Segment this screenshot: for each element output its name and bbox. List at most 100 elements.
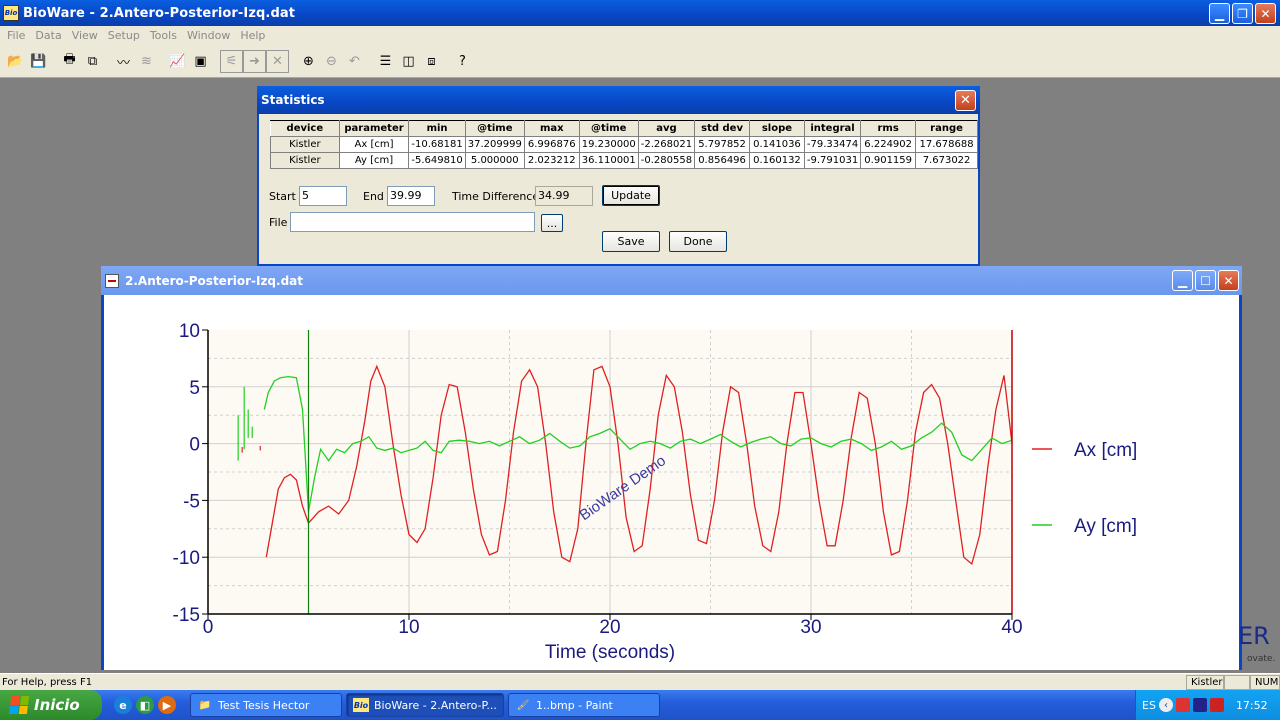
- end-label: End: [363, 190, 384, 203]
- update-button[interactable]: Update: [602, 185, 660, 206]
- wave-tool-icon[interactable]: 〰: [112, 50, 135, 73]
- folder-icon: 📁: [198, 699, 212, 711]
- menu-file[interactable]: File: [2, 29, 30, 42]
- plot-minimize-button[interactable]: ▁: [1172, 270, 1193, 291]
- col-slope[interactable]: slope: [749, 120, 805, 137]
- tile-vertical-icon[interactable]: ◫: [397, 50, 420, 73]
- tile-horizontal-icon[interactable]: ☰: [374, 50, 397, 73]
- print-icon[interactable]: 🖶: [58, 50, 81, 73]
- menu-bar: File Data View Setup Tools Window Help: [0, 26, 1280, 45]
- partial-logo-text: ER: [1238, 622, 1270, 650]
- zoom-in-icon[interactable]: ⊕: [297, 50, 320, 73]
- x-axis-label: Time (seconds): [545, 642, 675, 663]
- y-tick-label: -5: [183, 491, 200, 512]
- col-std-dev[interactable]: std dev: [694, 120, 750, 137]
- menu-data[interactable]: Data: [30, 29, 66, 42]
- status-empty-pane: [1224, 674, 1250, 690]
- start-button[interactable]: Inicio: [0, 690, 102, 720]
- statistics-header-row: device parameter min @time max @time avg…: [270, 120, 978, 137]
- cell-avg: -2.268021: [637, 136, 696, 153]
- menu-window[interactable]: Window: [182, 29, 235, 42]
- media-player-icon[interactable]: ▶: [158, 696, 176, 714]
- y-tick-label: 10: [179, 321, 200, 342]
- zoom-out-icon[interactable]: ⊖: [320, 50, 343, 73]
- start-label: Start: [269, 190, 296, 203]
- chart-window-icon: [105, 273, 119, 288]
- arrow-right-icon[interactable]: ➜: [243, 49, 266, 73]
- desktop-icon[interactable]: ◧: [136, 696, 154, 714]
- menu-setup[interactable]: Setup: [103, 29, 145, 42]
- filter-icon[interactable]: ⚟: [220, 49, 243, 73]
- col-min[interactable]: min: [408, 120, 466, 137]
- col-min-time[interactable]: @time: [464, 120, 525, 137]
- col-max-time[interactable]: @time: [578, 120, 639, 137]
- taskbar-item-explorer[interactable]: 📁 Test Tesis Hector: [190, 693, 342, 717]
- col-range[interactable]: range: [915, 120, 978, 137]
- statistics-close-button[interactable]: ✕: [955, 90, 976, 111]
- menu-view[interactable]: View: [67, 29, 103, 42]
- paint-icon: 🖌: [516, 699, 530, 711]
- cancel-x-icon[interactable]: ✕: [266, 49, 289, 73]
- file-input[interactable]: [290, 212, 535, 232]
- table-row[interactable]: Kistler Ax [cm] -10.68181 37.209999 6.99…: [270, 136, 978, 153]
- save-button[interactable]: Save: [602, 231, 660, 252]
- quick-launch: e ◧ ▶: [114, 696, 186, 714]
- cell-max-time: 36.110001: [578, 152, 639, 169]
- internet-explorer-icon[interactable]: e: [114, 696, 132, 714]
- table-row[interactable]: Kistler Ay [cm] -5.649810 5.000000 2.023…: [270, 152, 978, 169]
- taskbar-item-bioware[interactable]: Bio BioWare - 2.Antero-P...: [346, 693, 504, 717]
- undo-zoom-icon[interactable]: ↶: [343, 50, 366, 73]
- end-input[interactable]: 39.99: [387, 186, 435, 206]
- y-tick-label: 0: [189, 435, 200, 456]
- plot-maximize-button[interactable]: ☐: [1195, 270, 1216, 291]
- cell-max: 6.996876: [523, 136, 580, 153]
- statistics-title-bar: Statistics ✕: [257, 86, 980, 114]
- cell-integral: -79.33474: [803, 136, 862, 153]
- help-icon[interactable]: ?: [451, 50, 474, 73]
- signal-chart[interactable]: 1050-5-10-150 10 20 30 40Time (seconds)BioWa…: [104, 295, 1236, 670]
- plot-window-title: 2.Antero-Posterior-Izq.dat: [125, 273, 304, 288]
- col-avg[interactable]: avg: [637, 120, 696, 137]
- app-title: BioWare - 2.Antero-Posterior-Izq.dat: [23, 5, 296, 21]
- minimize-button[interactable]: ▁: [1209, 3, 1230, 24]
- cascade-icon[interactable]: ⧈: [420, 50, 443, 73]
- col-parameter[interactable]: parameter: [338, 120, 410, 137]
- cell-device: Kistler: [270, 136, 340, 153]
- tray-chevron-icon[interactable]: ‹: [1158, 698, 1173, 712]
- restore-button[interactable]: ❐: [1232, 3, 1253, 24]
- start-input[interactable]: 5: [299, 186, 347, 206]
- cell-range: 17.678688: [915, 136, 978, 153]
- cell-std-dev: 0.856496: [694, 152, 750, 169]
- tray-antivirus-icon[interactable]: [1209, 698, 1224, 712]
- partial-tagline-text: ovate.: [1247, 654, 1276, 664]
- menu-help[interactable]: Help: [235, 29, 270, 42]
- cell-range: 7.673022: [915, 152, 978, 169]
- cell-parameter: Ay [cm]: [338, 152, 410, 169]
- tray-network-icon[interactable]: [1192, 698, 1207, 712]
- y-tick-label: -15: [173, 605, 200, 626]
- save-disk-icon[interactable]: 💾: [27, 50, 50, 73]
- cell-rms: 6.224902: [860, 136, 917, 153]
- cell-integral: -9.791031: [803, 152, 862, 169]
- col-max[interactable]: max: [523, 120, 580, 137]
- close-button[interactable]: ✕: [1255, 3, 1276, 24]
- menu-tools[interactable]: Tools: [145, 29, 182, 42]
- cell-std-dev: 5.797852: [694, 136, 750, 153]
- chart-image-icon[interactable]: ▣: [189, 50, 212, 73]
- col-device[interactable]: device: [270, 120, 340, 137]
- language-indicator[interactable]: ES: [1142, 699, 1156, 712]
- statistics-table: device parameter min @time max @time avg…: [270, 120, 978, 169]
- wave-tool-2-icon[interactable]: ≋: [135, 50, 158, 73]
- tray-security-icon[interactable]: [1175, 698, 1190, 712]
- open-folder-icon[interactable]: 📂: [4, 50, 27, 73]
- done-button[interactable]: Done: [669, 231, 727, 252]
- plot-close-button[interactable]: ✕: [1218, 270, 1239, 291]
- col-integral[interactable]: integral: [803, 120, 862, 137]
- browse-button[interactable]: ...: [541, 214, 563, 232]
- taskbar-item-paint[interactable]: 🖌 1..bmp - Paint: [508, 693, 660, 717]
- chart-line-icon[interactable]: 📈: [166, 50, 189, 73]
- col-rms[interactable]: rms: [860, 120, 917, 137]
- plot-window-title-bar: 2.Antero-Posterior-Izq.dat ▁ ☐ ✕: [101, 266, 1242, 295]
- copy-icon[interactable]: ⧉: [81, 50, 104, 73]
- time-difference-value: 34.99: [535, 186, 593, 206]
